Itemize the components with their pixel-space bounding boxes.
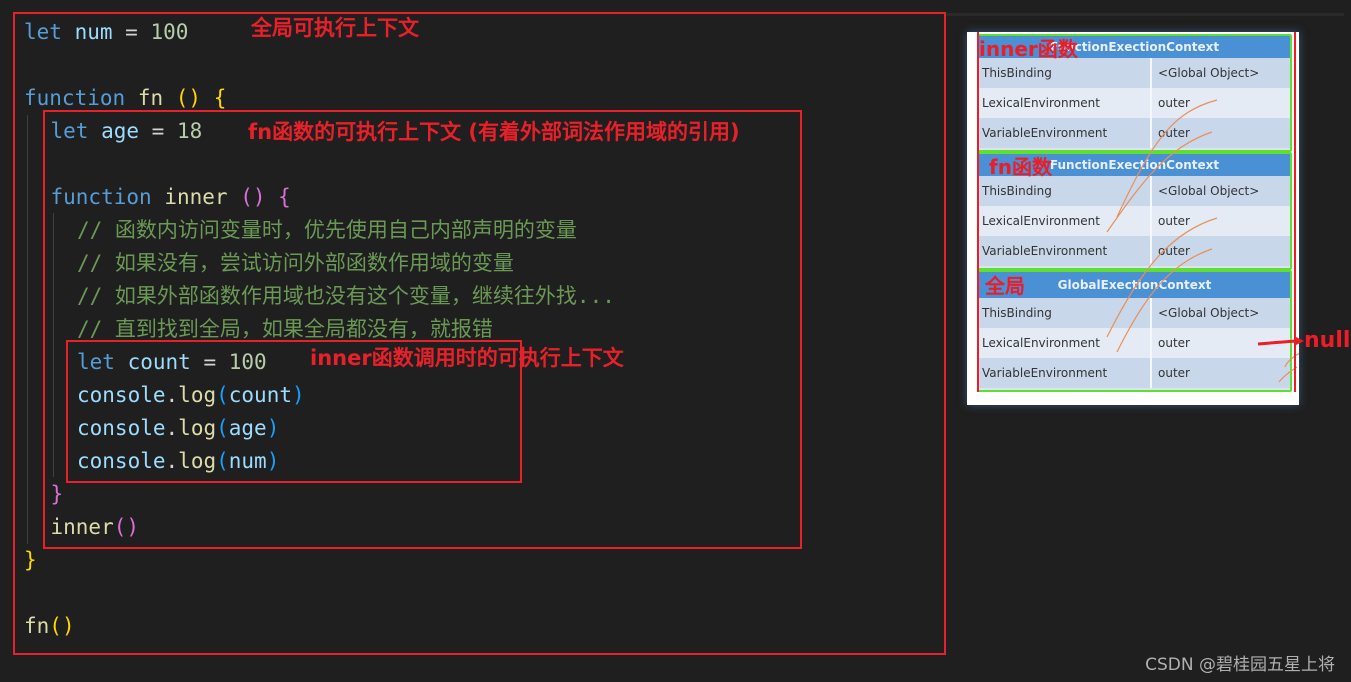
outer-arrow: [1116, 248, 1213, 353]
fn-context-note: fn函数的可执行上下文 (有着外部词法作用域的引用): [248, 120, 740, 144]
fn-context-box: [43, 110, 802, 549]
execution-context-diagram: FunctionExectionContext ThisBinding <Glob…: [967, 32, 1299, 405]
global-context-note: 全局可执行上下文: [251, 16, 419, 40]
outer-arrow: [1106, 131, 1213, 233]
editor-top-divider: [946, 13, 1344, 16]
outer-reference-arrows: [1106, 99, 1299, 383]
global-context-label: 全局: [985, 274, 1025, 298]
outer-arrow: [1106, 217, 1218, 338]
outer-arrow: [1284, 352, 1299, 368]
diagram-red-edge: [977, 32, 979, 392]
fn-context-label: fn函数: [989, 155, 1052, 179]
inner-context-note: inner函数调用时的可执行上下文: [310, 346, 624, 370]
null-label: null: [1304, 328, 1351, 353]
inner-context-label: inner函数: [979, 37, 1078, 61]
csdn-watermark: CSDN @碧桂园五星上将: [1145, 655, 1335, 675]
